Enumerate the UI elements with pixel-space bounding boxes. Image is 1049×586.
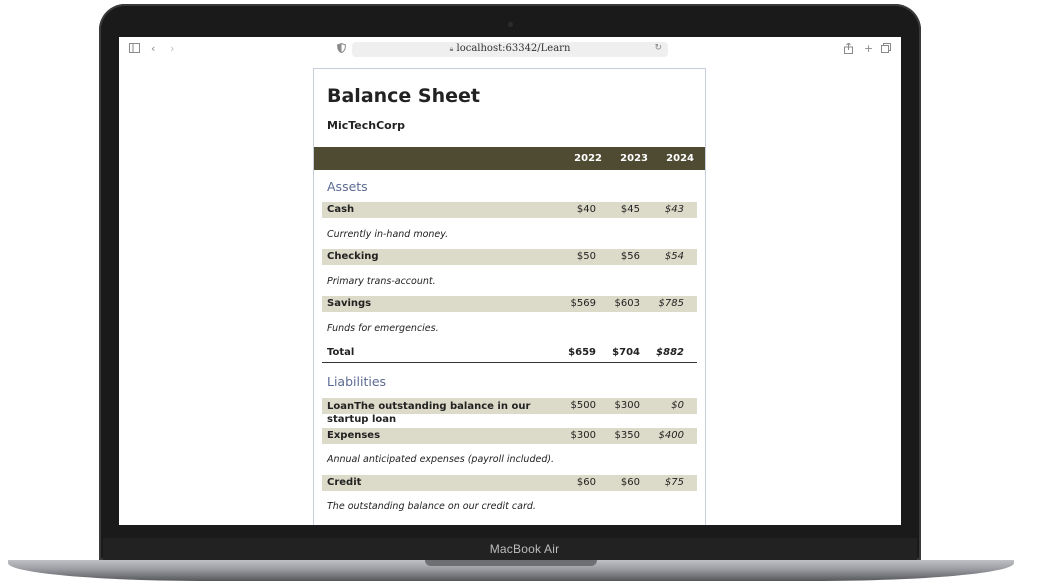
cell-value: $785 bbox=[658, 298, 684, 309]
table-row: Cash $40 $45 $43 bbox=[322, 202, 697, 218]
total-value: $704 bbox=[612, 347, 640, 358]
table-row: LoanThe outstanding balance in our start… bbox=[322, 398, 697, 425]
table-row: Checking $50 $56 $54 bbox=[322, 249, 697, 265]
total-value: $659 bbox=[568, 347, 596, 358]
share-icon[interactable] bbox=[844, 42, 853, 57]
table-row: Savings $569 $603 $785 bbox=[322, 296, 697, 312]
section-heading-assets: Assets bbox=[327, 179, 368, 194]
year-header-row: 2022 2023 2024 bbox=[314, 147, 705, 170]
row-label: Savings bbox=[327, 298, 372, 309]
cell-value: $43 bbox=[664, 204, 684, 215]
page-title: Balance Sheet bbox=[327, 85, 480, 107]
cell-value: $400 bbox=[658, 430, 684, 441]
forward-icon[interactable]: › bbox=[170, 43, 174, 55]
tabs-overview-icon[interactable] bbox=[881, 43, 891, 56]
address-bar[interactable]: 🔒︎ localhost:63342/Learn ↻ bbox=[352, 42, 668, 57]
table-row: Expenses $300 $350 $400 bbox=[322, 428, 697, 444]
total-value: $882 bbox=[656, 347, 684, 358]
balance-sheet: Balance Sheet MicTechCorp 2022 2023 2024… bbox=[313, 68, 706, 525]
row-note: Primary trans-account. bbox=[327, 276, 436, 287]
back-icon[interactable]: ‹ bbox=[151, 43, 155, 55]
cell-value: $0 bbox=[671, 400, 684, 411]
laptop-notch bbox=[425, 560, 597, 566]
row-label: Checking bbox=[327, 251, 379, 262]
row-label: LoanThe outstanding balance in our start… bbox=[327, 401, 531, 425]
sidebar-icon[interactable] bbox=[129, 43, 140, 56]
cell-value: $350 bbox=[614, 430, 640, 441]
cell-value: $54 bbox=[664, 251, 684, 262]
camera-icon bbox=[508, 22, 513, 27]
cell-value: $300 bbox=[570, 430, 596, 441]
cell-value: $40 bbox=[576, 204, 596, 215]
row-label: Expenses bbox=[327, 430, 381, 441]
row-note: The outstanding balance on our credit ca… bbox=[327, 501, 536, 512]
row-note: Currently in-hand money. bbox=[327, 229, 449, 240]
reload-icon[interactable]: ↻ bbox=[654, 43, 662, 53]
cell-value: $60 bbox=[576, 477, 596, 488]
cell-value: $50 bbox=[576, 251, 596, 262]
cell-value: $569 bbox=[570, 298, 596, 309]
browser-toolbar: ‹ › 🔒︎ localhost:63342/Learn ↻ + bbox=[119, 37, 901, 63]
company-name: MicTechCorp bbox=[327, 119, 406, 132]
cell-value: $603 bbox=[614, 298, 640, 309]
cell-value: $60 bbox=[620, 477, 640, 488]
cell-value: $56 bbox=[620, 251, 640, 262]
row-note: Funds for emergencies. bbox=[327, 323, 439, 334]
section-heading-liabilities: Liabilities bbox=[327, 374, 387, 389]
table-row: Credit $60 $60 $75 bbox=[322, 475, 697, 491]
row-label: Cash bbox=[327, 204, 355, 215]
row-label: Credit bbox=[327, 477, 362, 488]
cell-value: $45 bbox=[620, 204, 640, 215]
shield-icon[interactable] bbox=[336, 42, 347, 56]
year-header: 2022 bbox=[574, 153, 602, 164]
url-value: localhost:63342/Learn bbox=[456, 43, 571, 54]
year-header: 2024 bbox=[666, 153, 694, 164]
cell-value: $500 bbox=[570, 400, 596, 411]
total-row: Total $659 $704 $882 bbox=[322, 345, 697, 361]
device-brand-label: MacBook Air bbox=[489, 542, 560, 556]
total-label: Total bbox=[327, 347, 355, 358]
cell-value: $300 bbox=[614, 400, 640, 411]
row-note: Annual anticipated expenses (payroll inc… bbox=[327, 454, 555, 465]
total-divider bbox=[322, 362, 697, 363]
cell-value: $75 bbox=[664, 477, 684, 488]
year-header: 2023 bbox=[620, 153, 648, 164]
url-text: 🔒︎ localhost:63342/Learn bbox=[352, 43, 668, 54]
browser-window: ‹ › 🔒︎ localhost:63342/Learn ↻ + Balance… bbox=[119, 37, 901, 525]
new-tab-icon[interactable]: + bbox=[864, 43, 873, 55]
lock-icon: 🔒︎ bbox=[449, 45, 454, 53]
